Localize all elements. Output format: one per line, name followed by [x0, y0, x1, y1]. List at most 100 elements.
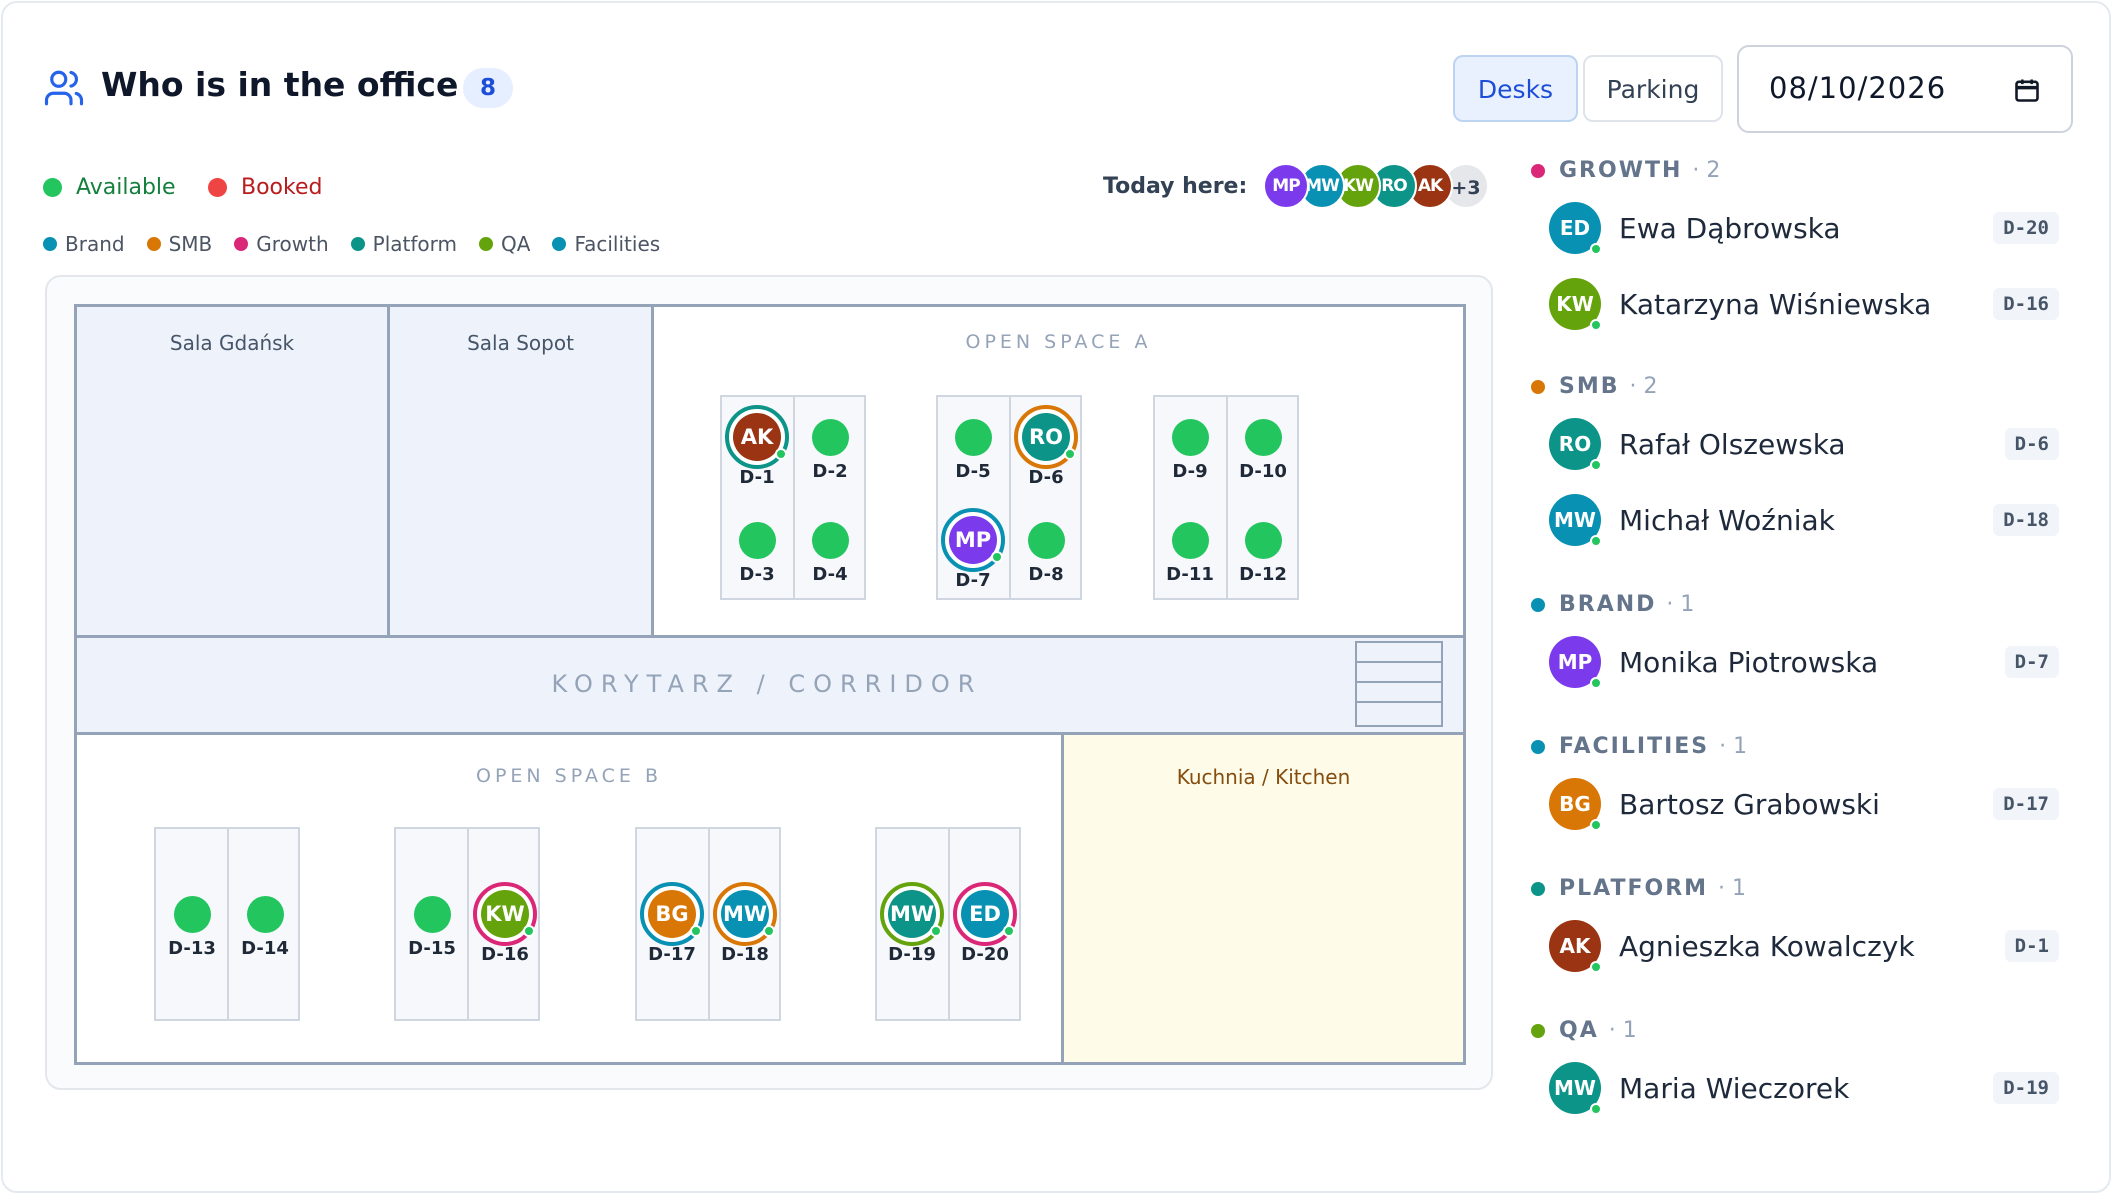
team-dot-icon [146, 237, 161, 251]
zone-label: OPEN SPACE B [476, 765, 662, 787]
team-dot-icon [1531, 163, 1545, 178]
desk-label: D-6 [1028, 467, 1064, 488]
occupant-avatar: MP [949, 516, 997, 564]
calendar-icon[interactable] [2013, 76, 2041, 104]
team-group-header: GROWTH · 2 [1531, 158, 1720, 183]
date-picker[interactable]: 08/10/2026 [1737, 45, 2073, 133]
desk-badge[interactable]: D-19 [1993, 1072, 2059, 1104]
desk-d-11-available[interactable] [1172, 522, 1209, 559]
desk-d-9-available[interactable] [1172, 419, 1209, 456]
desk-badge[interactable]: D-17 [1993, 788, 2059, 820]
attendee-name: Maria Wieczorek [1619, 1071, 1850, 1105]
desk-label: D-9 [1172, 461, 1208, 482]
online-status-icon [1590, 535, 1602, 547]
desk-d-16-booked[interactable]: KW [473, 882, 537, 946]
desk-label: D-11 [1166, 564, 1214, 585]
room-sala-gdansk[interactable]: Sala Gdańsk [74, 304, 390, 638]
desk-label: D-13 [168, 938, 216, 959]
tab-parking[interactable]: Parking [1583, 55, 1723, 122]
attendee-row[interactable]: MW Maria Wieczorek D-19 [1549, 1062, 2059, 1115]
attendee-name: Michał Woźniak [1619, 503, 1835, 537]
room-label: Sala Sopot [467, 331, 574, 355]
tab-desks[interactable]: Desks [1453, 55, 1578, 122]
attendee-name: Ewa Dąbrowska [1619, 211, 1841, 245]
team-dot-icon [1531, 597, 1545, 612]
team-legend-item: Brand [43, 232, 125, 256]
avatar: MW [1549, 1062, 1602, 1115]
team-group-count: · 2 [1692, 158, 1721, 183]
room-sala-sopot[interactable]: Sala Sopot [387, 304, 654, 638]
attendee-row[interactable]: BG Bartosz Grabowski D-17 [1549, 778, 2059, 831]
desk-d-4-available[interactable] [812, 522, 849, 559]
avatar: RO [1549, 418, 1602, 471]
team-legend-label: Facilities [574, 232, 661, 256]
attendee-row[interactable]: MP Monika Piotrowska D-7 [1549, 636, 2059, 689]
attendee-row[interactable]: AK Agnieszka Kowalczyk D-1 [1549, 920, 2059, 973]
desk-d-2-available[interactable] [812, 419, 849, 456]
desk-badge[interactable]: D-7 [2004, 646, 2059, 678]
desk-label: D-3 [739, 564, 775, 585]
attendee-row[interactable]: MW Michał Woźniak D-18 [1549, 494, 2059, 547]
corridor: KORYTARZ / CORRIDOR [74, 635, 1466, 735]
desk-label: D-19 [888, 944, 936, 965]
desk-d-17-booked[interactable]: BG [640, 882, 704, 946]
desk-d-14-available[interactable] [247, 896, 284, 933]
team-legend-label: Growth [256, 232, 329, 256]
desk-badge[interactable]: D-16 [1993, 288, 2059, 320]
desk-badge[interactable]: D-1 [2004, 930, 2059, 962]
today-avatar-stack[interactable]: MP MW KW RO AK +3 [1263, 163, 1503, 213]
room-kitchen[interactable]: Kuchnia / Kitchen [1061, 732, 1466, 1065]
desk-d-1-booked[interactable]: AK [725, 405, 789, 469]
team-legend-label: Brand [65, 232, 125, 256]
avatar-initials: AK [1559, 934, 1591, 958]
desk-d-7-booked[interactable]: MP [941, 508, 1005, 572]
users-icon [44, 70, 84, 106]
attendee-row[interactable]: ED Ewa Dąbrowska D-20 [1549, 202, 2059, 255]
desk-d-19-booked[interactable]: MW [880, 882, 944, 946]
desk-d-13-available[interactable] [174, 896, 211, 933]
avatar: MP [1549, 636, 1602, 689]
available-dot-icon [43, 178, 62, 197]
avatar-initials: MW [1554, 1076, 1596, 1100]
attendee-row[interactable]: RO Rafał Olszewska D-6 [1549, 418, 2059, 471]
attendee-name: Monika Piotrowska [1619, 645, 1879, 679]
desk-label: D-7 [955, 570, 991, 591]
online-status-icon [930, 925, 942, 937]
desk-d-15-available[interactable] [414, 896, 451, 933]
attendee-name: Katarzyna Wiśniewska [1619, 287, 1932, 321]
desk-d-5-available[interactable] [955, 419, 992, 456]
desk-d-10-available[interactable] [1245, 419, 1282, 456]
desk-d-8-available[interactable] [1028, 522, 1065, 559]
team-dot-icon [552, 237, 567, 251]
attendee-row[interactable]: KW Katarzyna Wiśniewska D-16 [1549, 278, 2059, 331]
desk-d-6-booked[interactable]: RO [1014, 405, 1078, 469]
desk-d-18-booked[interactable]: MW [713, 882, 777, 946]
desk-label: D-8 [1028, 564, 1064, 585]
desk-badge[interactable]: D-20 [1993, 212, 2059, 244]
booked-dot-icon [208, 178, 227, 197]
online-status-icon [763, 925, 775, 937]
online-status-icon [1590, 459, 1602, 471]
today-avatar[interactable]: MP [1263, 163, 1309, 209]
stairs-icon [1355, 641, 1443, 727]
avatar-initials: RO [1558, 432, 1592, 456]
team-group-count: · 2 [1629, 374, 1658, 399]
desk-d-12-available[interactable] [1245, 522, 1282, 559]
team-group-header: PLATFORM · 1 [1531, 876, 1746, 901]
team-legend-item: SMB [146, 232, 212, 256]
desk-d-20-booked[interactable]: ED [953, 882, 1017, 946]
floor-plan: Sala Gdańsk Sala Sopot OPEN SPACE A KORY… [45, 275, 1493, 1090]
avatar: AK [1549, 920, 1602, 973]
desk-badge[interactable]: D-6 [2004, 428, 2059, 460]
corridor-label: KORYTARZ / CORRIDOR [551, 670, 983, 698]
desk-d-3-available[interactable] [739, 522, 776, 559]
online-status-icon [1590, 1103, 1602, 1115]
desk-badge[interactable]: D-18 [1993, 504, 2059, 536]
avatar-initials: BG [1559, 792, 1591, 816]
desk-label: D-16 [481, 944, 529, 965]
team-legend-item: Growth [234, 232, 329, 256]
team-dot-icon [1531, 379, 1545, 394]
legend-booked: Booked [208, 175, 322, 200]
online-status-icon [1590, 819, 1602, 831]
team-group-name: QA [1559, 1018, 1599, 1043]
